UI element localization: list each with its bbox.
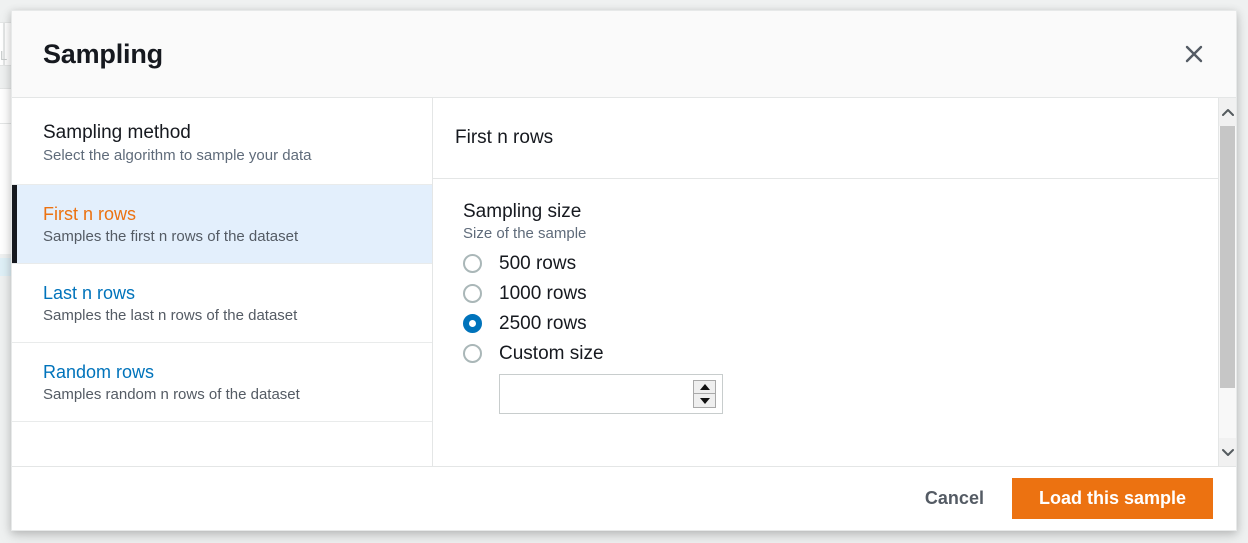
sidebar-item-description: Samples the last n rows of the dataset xyxy=(43,307,432,324)
sidebar-item-description: Samples random n rows of the dataset xyxy=(43,386,432,403)
radio-option-custom-size[interactable]: Custom size xyxy=(463,344,1236,363)
arrow-up-icon[interactable] xyxy=(694,381,715,394)
radio-option-1000-rows[interactable]: 1000 rows xyxy=(463,284,1236,303)
detail-content: Sampling size Size of the sample 500 row… xyxy=(433,179,1236,414)
radio-label: Custom size xyxy=(499,344,604,363)
number-stepper[interactable] xyxy=(693,380,716,408)
sidebar-item-label: First n rows xyxy=(43,204,432,225)
radio-icon-selected xyxy=(463,314,482,333)
dialog-footer: Cancel Load this sample xyxy=(12,466,1236,530)
detail-header: First n rows xyxy=(433,98,1236,179)
radio-label: 500 rows xyxy=(499,254,576,273)
background-panel xyxy=(0,124,11,254)
background-highlight-band xyxy=(0,258,11,276)
sidebar-item-first-n-rows[interactable]: First n rows Samples the first n rows of… xyxy=(12,184,432,263)
radio-label: 1000 rows xyxy=(499,284,587,303)
radio-option-2500-rows[interactable]: 2500 rows xyxy=(463,314,1236,333)
radio-label: 2500 rows xyxy=(499,314,587,333)
dialog-body: Sampling method Select the algorithm to … xyxy=(12,98,1236,466)
radio-option-500-rows[interactable]: 500 rows xyxy=(463,254,1236,273)
radio-icon xyxy=(463,344,482,363)
arrow-down-icon[interactable] xyxy=(694,394,715,407)
vertical-scrollbar[interactable] xyxy=(1218,98,1236,466)
radio-icon xyxy=(463,254,482,273)
dialog-title: Sampling xyxy=(43,39,1174,70)
background-left-strip: L xyxy=(0,0,11,543)
sampling-method-heading: Sampling method xyxy=(43,122,432,144)
radio-icon xyxy=(463,284,482,303)
scrollbar-thumb[interactable] xyxy=(1220,126,1235,388)
custom-size-input[interactable] xyxy=(500,375,693,413)
detail-heading: First n rows xyxy=(455,127,553,149)
sidebar-item-description: Samples the first n rows of the dataset xyxy=(43,228,432,245)
sidebar-item-label: Last n rows xyxy=(43,283,432,304)
dialog-header: Sampling xyxy=(12,11,1236,98)
sampling-method-header: Sampling method Select the algorithm to … xyxy=(12,98,432,184)
cancel-button[interactable]: Cancel xyxy=(915,480,994,517)
chevron-up-icon[interactable] xyxy=(1219,98,1236,126)
sampling-detail-panel: First n rows Sampling size Size of the s… xyxy=(433,98,1236,466)
custom-size-field[interactable] xyxy=(499,374,723,414)
sampling-size-label: Sampling size xyxy=(463,201,1236,223)
background-band xyxy=(0,88,11,124)
list-bottom-divider xyxy=(12,421,432,422)
sampling-size-description: Size of the sample xyxy=(463,225,1236,242)
sidebar-item-random-rows[interactable]: Random rows Samples random n rows of the… xyxy=(12,342,432,421)
scrollbar-track[interactable] xyxy=(1219,126,1236,438)
sidebar-item-last-n-rows[interactable]: Last n rows Samples the last n rows of t… xyxy=(12,263,432,342)
close-icon[interactable] xyxy=(1174,34,1214,74)
load-sample-button[interactable]: Load this sample xyxy=(1012,478,1213,519)
sampling-method-subheading: Select the algorithm to sample your data xyxy=(43,147,432,164)
sidebar-item-label: Random rows xyxy=(43,362,432,383)
sampling-method-panel: Sampling method Select the algorithm to … xyxy=(12,98,433,466)
chevron-down-icon[interactable] xyxy=(1219,438,1236,466)
sampling-dialog: Sampling Sampling method Select the algo… xyxy=(11,10,1237,531)
